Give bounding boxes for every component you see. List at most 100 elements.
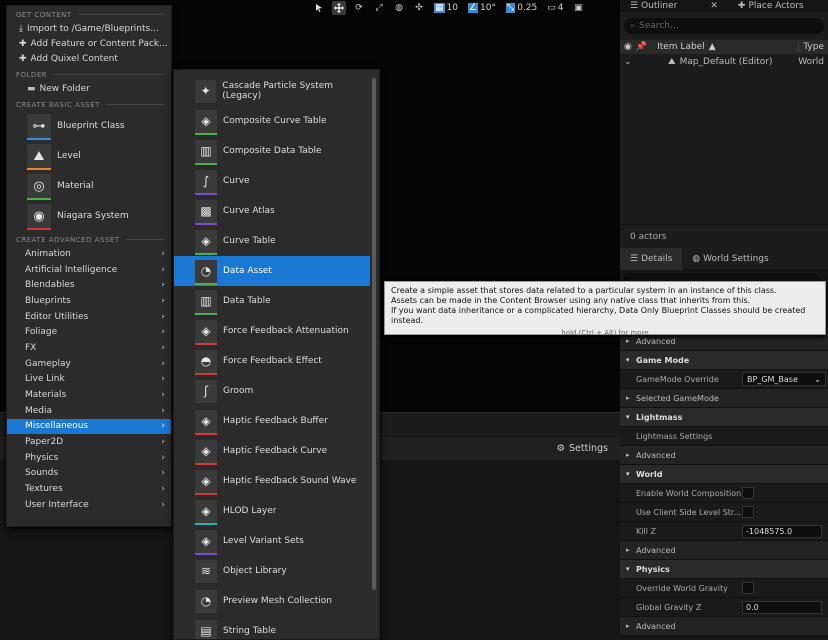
property-row: Override World Gravity xyxy=(620,579,828,598)
asset-color-bar xyxy=(195,402,217,405)
category-live-link[interactable]: Live Link › xyxy=(7,372,171,388)
translate-mode-icon[interactable] xyxy=(332,0,346,15)
submenu-item-preview-mesh-collection[interactable]: ◔ Preview Mesh Collection xyxy=(174,586,370,616)
category-header[interactable]: ▾ World xyxy=(620,465,828,484)
submenu-item-level-variant-sets[interactable]: ◈ Level Variant Sets xyxy=(174,526,370,556)
category-artificial-intelligence[interactable]: Artificial Intelligence › xyxy=(7,262,171,278)
category-label: Animation xyxy=(25,248,71,259)
submenu-item-data-asset[interactable]: ◔ Data Asset xyxy=(174,256,370,286)
chevron-right-icon: › xyxy=(161,358,165,369)
submenu-item-curve-atlas[interactable]: ▩ Curve Atlas xyxy=(174,196,370,226)
number-input[interactable]: -1048575.0 xyxy=(742,524,822,538)
checkbox[interactable] xyxy=(742,506,754,518)
menu-item-add-feature[interactable]: ✚ Add Feature or Content Pack... xyxy=(7,36,171,51)
grid-snap-button[interactable]: ▦ 10 xyxy=(432,1,460,15)
basic-asset-item[interactable]: ◎ Material xyxy=(7,171,171,201)
advanced-expander[interactable]: ▸ Selected GameMode xyxy=(620,389,828,408)
submenu-item-label: Composite Curve Table xyxy=(223,116,327,126)
scale-snap-button[interactable]: ⤡ 0.25 xyxy=(504,1,539,15)
rotate-mode-icon[interactable]: ⟳ xyxy=(352,1,366,15)
submenu-item-force-feedback-effect[interactable]: ◓ Force Feedback Effect xyxy=(174,346,370,376)
submenu-item-force-feedback-attenuation[interactable]: ◈ Force Feedback Attenuation xyxy=(174,316,370,346)
asset-color-bar xyxy=(195,222,217,225)
tab-place-actors[interactable]: ✚ Place Actors xyxy=(728,0,814,12)
camera-speed-button[interactable]: ▭ 4 xyxy=(545,1,565,15)
menu-item-import[interactable]: ⤓ Import to /Game/Blueprints... xyxy=(7,21,171,36)
submenu-item-curve-table[interactable]: ◈ Curve Table xyxy=(174,226,370,256)
submenu-item-composite-data-table[interactable]: ▥ Composite Data Table xyxy=(174,136,370,166)
surface-snap-icon[interactable]: ✣ xyxy=(412,1,426,15)
column-type[interactable]: Type xyxy=(798,42,824,52)
submenu-item-cascade-particle-system-legacy-[interactable]: ✦ Cascade Particle System (Legacy) xyxy=(174,76,370,106)
advanced-expander[interactable]: ▸ Advanced xyxy=(620,617,828,636)
submenu-item-object-library[interactable]: ≋ Object Library xyxy=(174,556,370,586)
niagara-system-icon: ◉ xyxy=(27,204,51,230)
submenu-item-haptic-feedback-sound-wave[interactable]: ◈ Haptic Feedback Sound Wave xyxy=(174,466,370,496)
asset-color-bar xyxy=(195,552,217,555)
rotation-snap-button[interactable]: ∠ 10° xyxy=(466,1,498,15)
number-input[interactable]: 0.0 xyxy=(742,600,822,614)
world-space-icon[interactable]: ◍ xyxy=(392,1,406,15)
category-header[interactable]: ▾ Physics xyxy=(620,560,828,579)
category-animation[interactable]: Animation › xyxy=(7,246,171,262)
category-gameplay[interactable]: Gameplay › xyxy=(7,356,171,372)
column-item-label[interactable]: Item Label xyxy=(657,42,705,52)
checkbox[interactable] xyxy=(742,582,754,594)
category-editor-utilities[interactable]: Editor Utilities › xyxy=(7,309,171,325)
maximize-viewport-icon[interactable]: ▣ xyxy=(572,1,586,15)
category-foliage[interactable]: Foliage › xyxy=(7,324,171,340)
tab-details[interactable]: ☰ Details xyxy=(620,247,683,270)
category-header[interactable]: ▾ Game Mode xyxy=(620,351,828,370)
gamemode-dropdown[interactable]: BP_GM_Base ⌄ xyxy=(742,372,826,386)
submenu-item-haptic-feedback-buffer[interactable]: ◈ Haptic Feedback Buffer xyxy=(174,406,370,436)
category-materials[interactable]: Materials › xyxy=(7,387,171,403)
basic-asset-item[interactable]: ⊶ Blueprint Class xyxy=(7,111,171,141)
advanced-expander[interactable]: ▸ Advanced xyxy=(620,541,828,560)
chevron-right-icon: › xyxy=(161,484,165,495)
asset-color-bar xyxy=(27,198,51,200)
outliner-row-map[interactable]: ⌄ ⛰ Map_Default (Editor) World xyxy=(620,54,828,70)
expand-arrow-icon[interactable]: ⌄ xyxy=(624,57,668,67)
advanced-expander[interactable]: ▸ Advanced xyxy=(620,446,828,465)
settings-button[interactable]: ⚙ Settings xyxy=(557,443,609,454)
category-blueprints[interactable]: Blueprints › xyxy=(7,293,171,309)
menu-item-add-quixel[interactable]: ✚ Add Quixel Content xyxy=(7,51,171,66)
category-physics[interactable]: Physics › xyxy=(7,450,171,466)
scale-snap-icon: ⤡ xyxy=(506,2,516,13)
search-placeholder: Search... xyxy=(639,21,679,31)
scale-mode-icon[interactable]: ⤢ xyxy=(372,1,386,15)
expand-arrow-icon: ▾ xyxy=(626,356,630,364)
submenu-item-data-table[interactable]: ▥ Data Table xyxy=(174,286,370,316)
submenu-item-haptic-feedback-curve[interactable]: ◈ Haptic Feedback Curve xyxy=(174,436,370,466)
submenu-scrollbar[interactable] xyxy=(372,78,376,590)
category-miscellaneous[interactable]: Miscellaneous › xyxy=(7,418,171,435)
section-label: Physics xyxy=(636,564,670,574)
tab-outliner[interactable]: ☰ Outliner ✕ xyxy=(620,0,728,12)
visibility-eye-icon[interactable]: ◉ xyxy=(624,42,632,52)
tab-world-settings[interactable]: ◍ World Settings xyxy=(682,254,778,264)
outliner-search-input[interactable]: ⌕ Search... xyxy=(624,18,824,34)
pin-icon[interactable]: 📌 xyxy=(636,42,647,52)
category-paper2d[interactable]: Paper2D › xyxy=(7,434,171,450)
category-header[interactable]: ▾ Lightmass xyxy=(620,408,828,427)
submenu-item-groom[interactable]: ʃ Groom xyxy=(174,376,370,406)
tooltip-line-2: Assets can be made in the Content Browse… xyxy=(391,296,751,305)
category-user-interface[interactable]: User Interface › xyxy=(7,497,171,513)
category-sounds[interactable]: Sounds › xyxy=(7,466,171,482)
select-mode-icon[interactable] xyxy=(312,1,326,15)
submenu-item-composite-curve-table[interactable]: ◈ Composite Curve Table xyxy=(174,106,370,136)
basic-asset-item[interactable]: ◉ Niagara System xyxy=(7,201,171,231)
category-blendables[interactable]: Blendables › xyxy=(7,277,171,293)
submenu-item-curve[interactable]: ∫ Curve xyxy=(174,166,370,196)
checkbox[interactable] xyxy=(742,487,754,499)
category-media[interactable]: Media › xyxy=(7,403,171,419)
tab-details-label: Details xyxy=(641,253,673,264)
basic-asset-item[interactable]: ⛰ Level xyxy=(7,141,171,171)
menu-item-new-folder[interactable]: ▬ New Folder xyxy=(7,81,171,96)
submenu-item-hlod-layer[interactable]: ◈ HLOD Layer xyxy=(174,496,370,526)
asset-color-bar xyxy=(27,138,51,140)
close-icon[interactable]: ✕ xyxy=(710,1,718,11)
category-fx[interactable]: FX › xyxy=(7,340,171,356)
category-textures[interactable]: Textures › xyxy=(7,481,171,497)
submenu-item-string-table[interactable]: ▤ String Table xyxy=(174,616,370,639)
